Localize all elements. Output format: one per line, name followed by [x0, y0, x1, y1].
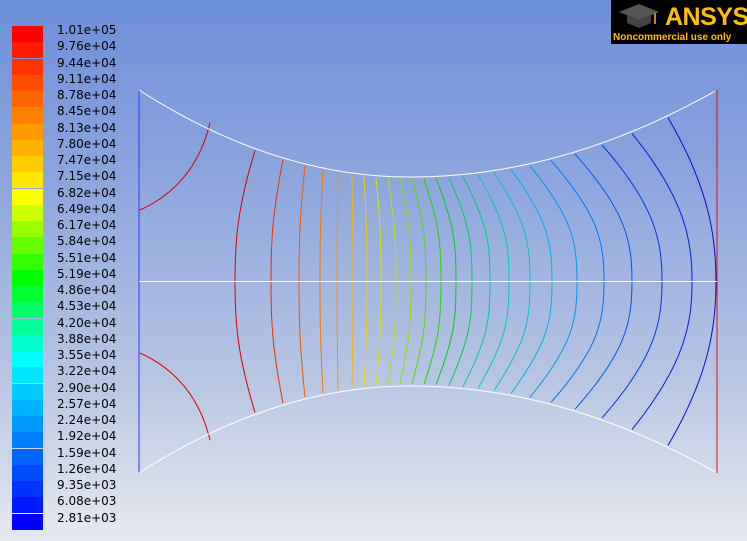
legend-label: 7.47e+04 [57, 153, 117, 167]
legend-label: 5.51e+04 [57, 250, 117, 265]
legend-swatch [12, 286, 43, 302]
legend-swatch [12, 334, 43, 351]
legend-label: 5.84e+04 [57, 234, 117, 249]
legend-label: 8.45e+04 [57, 104, 117, 119]
legend-swatch [12, 139, 43, 156]
legend-swatch [12, 416, 43, 432]
legend-swatch [12, 481, 43, 497]
legend-swatch [12, 318, 43, 335]
legend-swatch [12, 269, 43, 286]
legend-swatch [12, 351, 43, 367]
legend-label: 3.88e+04 [57, 331, 117, 346]
legend-swatch [12, 432, 43, 449]
legend-swatch [12, 513, 43, 530]
logo-brand: ANSYS [665, 3, 747, 31]
legend-label: 6.49e+04 [57, 201, 117, 216]
legend-label: 9.35e+03 [57, 478, 117, 492]
legend-label: 7.15e+04 [57, 169, 117, 184]
legend-label: 7.80e+04 [57, 136, 117, 151]
legend-label: 3.22e+04 [57, 364, 117, 379]
legend-label: 8.78e+04 [57, 88, 117, 102]
legend-label: 9.76e+04 [57, 39, 117, 54]
legend-swatch [12, 91, 43, 107]
legend-label: 3.55e+04 [57, 348, 117, 362]
legend-swatch [12, 448, 43, 465]
logo-subtitle: Noncommercial use only [613, 32, 732, 43]
legend-label: 5.19e+04 [57, 266, 117, 281]
legend-label: 4.86e+04 [57, 283, 117, 297]
legend-swatch [12, 107, 43, 124]
legend-swatch [12, 26, 43, 42]
legend-swatch [12, 253, 43, 270]
legend-swatch [12, 123, 43, 140]
legend-label: 1.01e+05 [57, 23, 117, 37]
legend-label: 6.17e+04 [57, 218, 117, 232]
legend-swatch [12, 367, 43, 384]
graduation-cap-icon [619, 4, 659, 28]
legend-label: 6.82e+04 [57, 185, 117, 200]
legend-swatch [12, 399, 43, 416]
legend-swatch [12, 221, 43, 237]
legend-label: 4.20e+04 [57, 315, 117, 330]
legend-label: 2.81e+03 [57, 510, 117, 525]
legend-swatch [12, 497, 43, 514]
legend-label: 8.13e+04 [57, 120, 117, 135]
legend-label: 2.24e+04 [57, 413, 117, 427]
contour-line [139, 122, 211, 211]
legend-label: 1.92e+04 [57, 429, 117, 444]
legend-label: 2.57e+04 [57, 396, 117, 411]
legend-label: 6.08e+03 [57, 494, 117, 509]
legend-swatch [12, 204, 43, 221]
legend-label: 4.53e+04 [57, 299, 117, 314]
legend-label: 2.90e+04 [57, 380, 117, 395]
legend-swatch [12, 172, 43, 189]
legend-swatch [12, 156, 43, 172]
legend-swatch [12, 58, 43, 75]
ansys-logo: ANSYS Noncommercial use only [611, 0, 747, 44]
legend-label: 9.11e+04 [57, 71, 117, 86]
top-wall [138, 89, 716, 178]
legend-label: 1.59e+04 [57, 445, 117, 460]
legend-label: 9.44e+04 [57, 55, 117, 70]
legend-swatch [12, 464, 43, 481]
legend-swatch [12, 74, 43, 91]
contour-line [139, 352, 211, 441]
legend-swatch [12, 42, 43, 59]
legend-swatch [12, 237, 43, 254]
legend-label: 1.26e+04 [57, 461, 117, 476]
bottom-wall [138, 385, 716, 474]
legend-swatch [12, 383, 43, 400]
legend-swatch [12, 302, 43, 319]
legend-swatch [12, 188, 43, 205]
